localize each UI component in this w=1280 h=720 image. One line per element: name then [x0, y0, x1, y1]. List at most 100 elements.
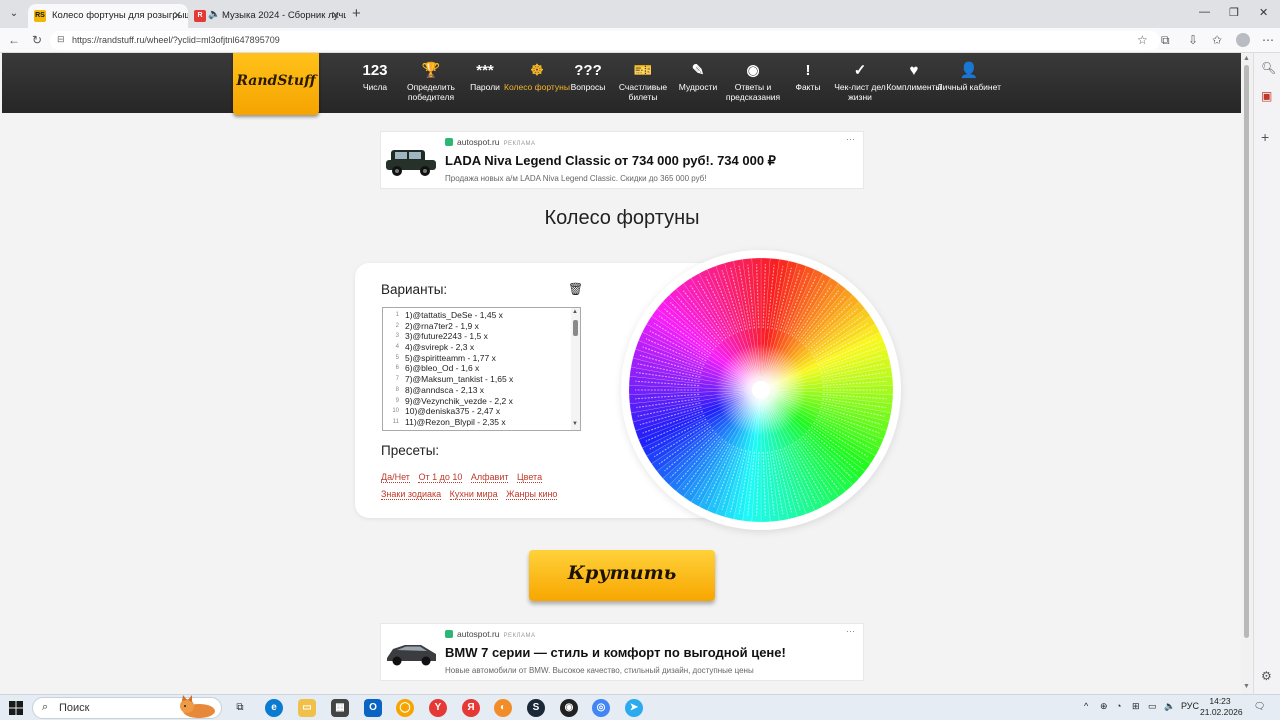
browser-tab-wheel[interactable]: RS Колесо фортуны для розыгрыше ✕: [28, 4, 188, 28]
tray-chevron-icon[interactable]: ^: [1084, 701, 1088, 711]
back-icon[interactable]: ←: [8, 33, 20, 47]
variant-row: 4 4)@svirepk - 2,3 x: [383, 342, 580, 353]
favorites-icon[interactable]: ✩: [1212, 33, 1222, 47]
autospot-logo-icon: [445, 138, 453, 146]
close-window-icon[interactable]: ✕: [1259, 6, 1268, 19]
ad-banner-bottom[interactable]: autospot.ru РЕКЛАМА ⋯ BMW 7 серии — стиль…: [380, 623, 864, 681]
preset-link[interactable]: Цвета: [517, 472, 543, 483]
line-number: 5: [395, 354, 399, 361]
taskbar-search-box[interactable]: ⌕ Поиск: [32, 695, 222, 719]
variant-row: 5 5)@spiritteamm - 1,77 x: [383, 353, 580, 364]
media-player-icon[interactable]: ◐: [494, 699, 512, 717]
outlook-icon[interactable]: O: [364, 699, 382, 717]
downloads-icon[interactable]: ⇩: [1188, 33, 1198, 47]
preset-link[interactable]: Знаки зодиака: [381, 489, 442, 500]
reload-icon[interactable]: ↻: [32, 33, 42, 47]
store-icon[interactable]: ▦: [331, 699, 349, 717]
close-tab-icon[interactable]: ✕: [331, 9, 340, 22]
variant-row: 8 8)@anndsca - 2,13 x: [383, 385, 580, 396]
close-tab-icon[interactable]: ✕: [173, 9, 182, 22]
profile-avatar-icon[interactable]: [1236, 33, 1250, 47]
line-number: 7: [395, 376, 399, 383]
site-info-icon[interactable]: ⊟: [57, 34, 65, 45]
scroll-up-icon[interactable]: ▲: [572, 309, 578, 315]
preset-link[interactable]: Кухни мира: [449, 489, 498, 500]
variant-text: 8)@anndsca - 2,13 x: [405, 384, 485, 395]
variant-row: 1 1)@tattatis_DeSe - 1,45 x: [383, 310, 580, 321]
preset-link[interactable]: Жанры кино: [506, 489, 558, 500]
url-field[interactable]: ⊟ https://randstuff.ru/wheel/?yclid=ml3o…: [50, 31, 1160, 50]
menu-dots-icon[interactable]: ⋯: [1262, 33, 1274, 47]
windows-taskbar: ⌕ Поиск ⧉ e ▭ ▦ O ◯ Y Я ◐ S ◉ ◎ ➤ ^ ⊕ ◔ …: [0, 694, 1280, 720]
windows-start-icon[interactable]: [9, 701, 23, 715]
tray-app-icon[interactable]: ⊞: [1132, 701, 1140, 712]
spin-button[interactable]: Крутить: [529, 550, 715, 601]
preset-link[interactable]: Да/Нет: [381, 472, 410, 483]
ad-banner-top[interactable]: autospot.ru РЕКЛАМА ⋯ LADA Niva Legend Cl…: [380, 131, 864, 189]
ad-source[interactable]: autospot.ru РЕКЛАМА: [445, 629, 535, 639]
sidebar-search-icon[interactable]: 🔍︎: [1261, 61, 1276, 75]
sidebar-add-icon[interactable]: +: [1261, 129, 1269, 145]
notifications-icon[interactable]: 🗨: [1254, 701, 1265, 712]
line-number: 10: [392, 408, 399, 415]
tray-app-icon[interactable]: ⊕: [1100, 701, 1108, 712]
edge-browser-icon[interactable]: e: [265, 699, 283, 717]
preset-link[interactable]: От 1 до 10: [418, 472, 463, 483]
scroll-down-icon[interactable]: ▼: [1243, 683, 1250, 690]
network-icon[interactable]: ▭: [1148, 701, 1157, 712]
ad-source[interactable]: autospot.ru РЕКЛАМА: [445, 137, 535, 147]
steam-icon[interactable]: S: [527, 699, 545, 717]
clock-date: 21.02.2026: [1200, 707, 1243, 717]
task-view-icon[interactable]: ⧉: [231, 699, 249, 717]
page-scrollbar[interactable]: ▲ ▼: [1241, 53, 1252, 694]
bookmark-star-icon[interactable]: ☆: [1137, 33, 1148, 47]
file-explorer-icon[interactable]: ▭: [298, 699, 316, 717]
trash-icon[interactable]: 🗑: [568, 282, 583, 296]
taskbar-clock[interactable]: 14:23 21.02.2026: [1200, 696, 1243, 718]
sidebar-settings-icon[interactable]: ⚙: [1261, 669, 1272, 683]
fortune-wheel[interactable]: [621, 250, 901, 530]
app-orange-ring-icon[interactable]: ◯: [396, 699, 414, 717]
language-indicator[interactable]: РУС: [1181, 701, 1199, 711]
variants-textarea[interactable]: 1 1)@tattatis_DeSe - 1,45 x 2 2)@rna7ter2 -…: [382, 307, 581, 431]
telegram-icon[interactable]: ➤: [625, 699, 643, 717]
minimize-icon[interactable]: —: [1199, 6, 1210, 18]
browser-tab-music[interactable]: R 🔈 Музыка 2024 - Сборник лучш ✕: [188, 4, 346, 28]
scroll-thumb[interactable]: [573, 320, 578, 336]
nav-label: Личный кабинет: [937, 82, 1001, 92]
ad-headline[interactable]: LADA Niva Legend Classic от 734 000 руб!…: [445, 153, 776, 169]
account-icon: 👤: [959, 62, 979, 79]
variants-scrollbar[interactable]: ▲ ▼: [571, 308, 580, 430]
ad-headline[interactable]: BMW 7 серии — стиль и комфорт по выгодно…: [445, 645, 786, 660]
restore-icon[interactable]: ❐: [1229, 6, 1239, 19]
scroll-down-icon[interactable]: ▼: [572, 421, 578, 427]
chrome-icon[interactable]: ◎: [592, 699, 610, 717]
ad-more-icon[interactable]: ⋯: [846, 134, 855, 145]
tab-list-dropdown-icon[interactable]: ⌄: [6, 6, 22, 22]
lada-niva-car-image: [386, 150, 436, 176]
tray-app-icon[interactable]: ◔: [1116, 701, 1121, 711]
randstuff-favicon-icon: RS: [34, 10, 46, 22]
ad-description: Новые автомобили от BMW. Высокое качеств…: [445, 666, 754, 675]
yandex-browser-icon[interactable]: Y: [429, 699, 447, 717]
line-number: 11: [392, 418, 399, 425]
extensions-icon[interactable]: ⧉: [1161, 33, 1170, 48]
ad-more-icon[interactable]: ⋯: [846, 626, 855, 637]
preset-link[interactable]: Алфавит: [470, 472, 509, 483]
obs-icon[interactable]: ◉: [560, 699, 578, 717]
new-tab-icon[interactable]: +: [352, 5, 361, 22]
yandex-icon[interactable]: Я: [462, 699, 480, 717]
site-logo[interactable]: RandStuff: [233, 53, 319, 115]
variant-row: 7 7)@Maksum_tankist - 1,65 x: [383, 374, 580, 385]
nav-account[interactable]: 👤 Личный кабинет: [936, 61, 1002, 92]
url-text: https://randstuff.ru/wheel/?yclid=ml3ofj…: [72, 35, 280, 45]
variants-label: Варианты:: [381, 282, 448, 297]
tab-title: Музыка 2024 - Сборник лучш: [222, 10, 346, 21]
scroll-up-icon[interactable]: ▲: [1243, 55, 1250, 62]
volume-icon[interactable]: 🔈: [1164, 701, 1175, 712]
page-scroll-thumb[interactable]: [1244, 65, 1249, 638]
line-number: 1: [395, 312, 399, 318]
line-number: 6: [395, 365, 399, 372]
speaker-icon[interactable]: 🔈: [208, 9, 220, 20]
sidebar-shopping-icon[interactable]: ▣: [1261, 89, 1272, 103]
